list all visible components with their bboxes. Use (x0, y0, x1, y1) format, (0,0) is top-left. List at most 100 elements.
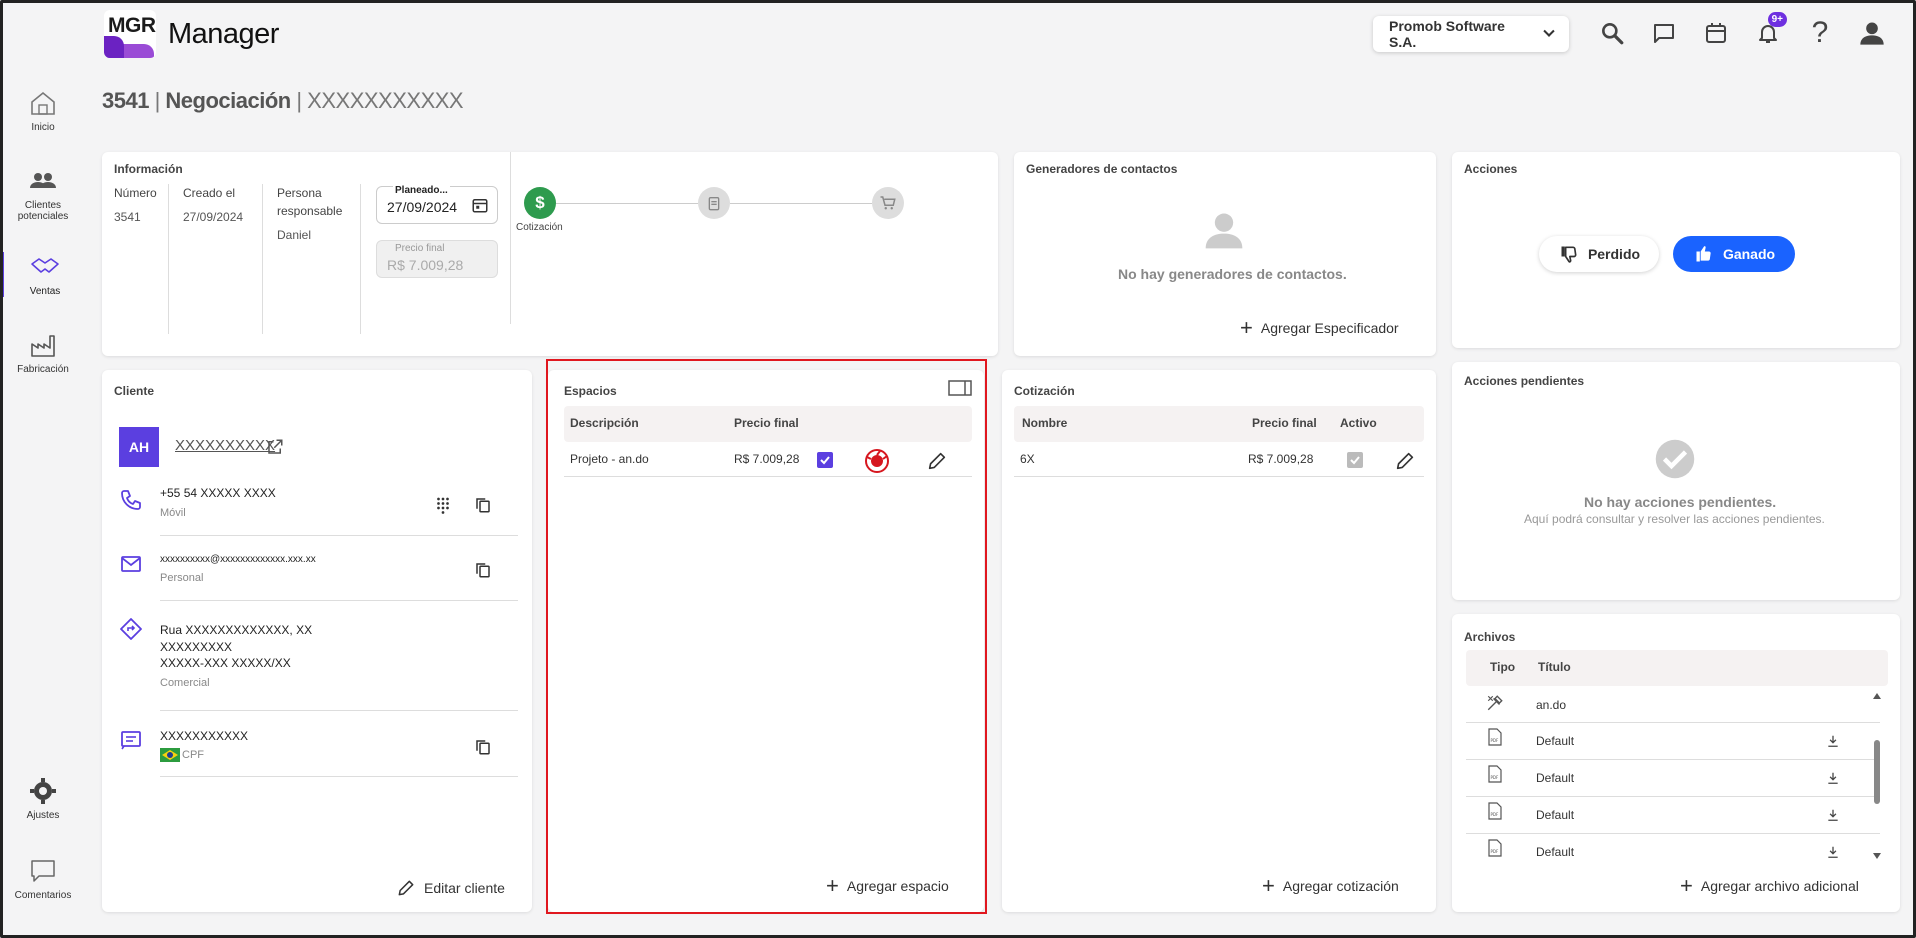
add-cotizacion-button[interactable]: + Agregar cotización (1262, 873, 1399, 898)
client-email-type: Personal (160, 572, 204, 584)
sidebar-item-fabricacion[interactable]: Fabricación (0, 330, 86, 375)
sidebar-item-label: Clientes potenciales (17, 200, 69, 222)
plus-icon: + (1262, 873, 1275, 898)
sidebar-item-comentarios[interactable]: Comentarios (0, 856, 86, 901)
divider (160, 776, 518, 777)
files-scrollbar[interactable] (1871, 692, 1881, 860)
svg-text:PDF: PDF (1491, 775, 1499, 780)
client-name-link[interactable]: XXXXXXXXXX (175, 437, 275, 454)
download-icon[interactable] (1826, 734, 1840, 748)
numero-value: 3541 (114, 210, 141, 224)
scrollbar-thumb[interactable] (1874, 740, 1880, 804)
scroll-down-icon[interactable] (1872, 852, 1882, 860)
add-espacio-button[interactable]: + Agregar espacio (826, 873, 949, 898)
column-header: Precio final (1252, 416, 1317, 430)
user-account-icon[interactable] (1857, 18, 1887, 48)
company-selector[interactable]: Promob Software S.A. (1373, 16, 1569, 52)
step-clipboard[interactable] (698, 187, 730, 219)
chat-icon[interactable] (1649, 18, 1679, 48)
field-value: R$ 7.009,28 (387, 257, 464, 273)
pdf-icon: PDF (1488, 839, 1502, 857)
phone-icon (121, 490, 141, 510)
check-icon (1350, 456, 1360, 465)
calendar-icon[interactable] (1701, 18, 1731, 48)
render-app-icon[interactable] (864, 448, 890, 474)
download-icon[interactable] (1826, 808, 1840, 822)
copy-icon[interactable] (474, 738, 492, 756)
notification-badge: 9+ (1767, 12, 1787, 27)
client-document: XXXXXXXXXXX (160, 729, 249, 743)
deal-stage: Negociación (165, 88, 291, 113)
calendar-icon[interactable] (471, 196, 489, 214)
scroll-up-icon[interactable] (1872, 692, 1882, 700)
perdido-button[interactable]: Perdido (1539, 236, 1659, 272)
table-header: Tipo Título (1466, 650, 1888, 686)
plus-icon: + (826, 873, 839, 898)
dialpad-icon[interactable] (434, 496, 452, 514)
divider (160, 600, 518, 601)
plus-icon: + (1240, 315, 1253, 340)
download-icon[interactable] (1826, 845, 1840, 859)
check-icon (820, 456, 830, 465)
espacio-checkbox[interactable] (817, 452, 833, 468)
app-logo[interactable]: MGR (104, 10, 156, 58)
sidebar-item-ajustes[interactable]: Ajustes (0, 776, 86, 821)
sidebar-item-inicio[interactable]: Inicio (0, 88, 86, 133)
persona-value: Daniel (277, 228, 312, 242)
sidebar-item-label: Inicio (31, 122, 55, 133)
card-title: Generadores de contactos (1026, 162, 1178, 176)
divider (1466, 722, 1880, 723)
download-icon[interactable] (1826, 771, 1840, 785)
file-title: an.do (1536, 698, 1567, 712)
card-title: Información (114, 162, 183, 176)
card-title: Archivos (1464, 630, 1516, 644)
person-placeholder-icon (1205, 213, 1243, 249)
field-label: Precio final (395, 243, 445, 254)
bell-icon[interactable]: 9+ (1753, 12, 1787, 48)
column-layout-icon[interactable] (948, 380, 972, 396)
step-cart[interactable] (872, 187, 904, 219)
card-title: Acciones (1464, 162, 1518, 176)
client-address-line2: XXXXXXXXX (160, 640, 233, 654)
ganado-button[interactable]: Ganado (1673, 236, 1795, 272)
pencil-icon[interactable] (1394, 450, 1416, 472)
divider (564, 476, 972, 477)
dollar-icon: $ (535, 193, 545, 212)
copy-icon[interactable] (474, 496, 492, 514)
svg-text:PDF: PDF (1491, 849, 1499, 854)
step-label: Cotización (516, 222, 563, 233)
design-tools-icon (1487, 695, 1503, 711)
avatar: AH (119, 427, 159, 467)
deal-number: 3541 (102, 88, 149, 113)
table-header: Descripción Precio final (564, 406, 972, 442)
cotizacion-name: 6X (1020, 452, 1035, 466)
clipboard-icon (708, 197, 720, 211)
step-cotizacion[interactable]: $ (524, 187, 556, 219)
svg-text:PDF: PDF (1491, 738, 1499, 743)
page-title: 3541 | Negociación | XXXXXXXXXXX (102, 88, 464, 114)
search-icon[interactable] (1597, 18, 1627, 48)
add-especificador-button[interactable]: + Agregar Especificador (1240, 315, 1399, 340)
sidebar-item-ventas[interactable]: Ventas (0, 252, 86, 297)
precio-final-field: Precio final R$ 7.009,28 (376, 240, 498, 278)
button-label: Agregar Especificador (1260, 320, 1399, 336)
column-header: Activo (1340, 416, 1377, 430)
add-archivo-button[interactable]: + Agregar archivo adicional (1680, 875, 1859, 897)
thumbs-down-icon (1561, 246, 1577, 263)
sidebar-item-clientes[interactable]: Clientes potenciales (0, 166, 86, 222)
card-title: Espacios (564, 384, 617, 398)
pencil-icon[interactable] (926, 450, 948, 472)
button-label: Ganado (1722, 246, 1776, 262)
cotizacion-price: R$ 7.009,28 (1248, 452, 1314, 466)
copy-icon[interactable] (474, 561, 492, 579)
edit-client-button[interactable]: Editar cliente (396, 878, 505, 898)
card-title: Cliente (114, 384, 155, 398)
brazil-flag-icon (160, 748, 180, 762)
cotizacion-active-checkbox[interactable] (1347, 452, 1363, 468)
cart-icon (880, 196, 896, 210)
divider (160, 535, 518, 536)
external-link-icon[interactable] (266, 438, 284, 456)
planeado-date-field[interactable]: Planeado... 27/09/2024 (376, 185, 498, 224)
archivos-card: Archivos Tipo Título an.do PDF Default P… (1452, 614, 1900, 912)
help-icon[interactable]: ? (1805, 16, 1835, 49)
